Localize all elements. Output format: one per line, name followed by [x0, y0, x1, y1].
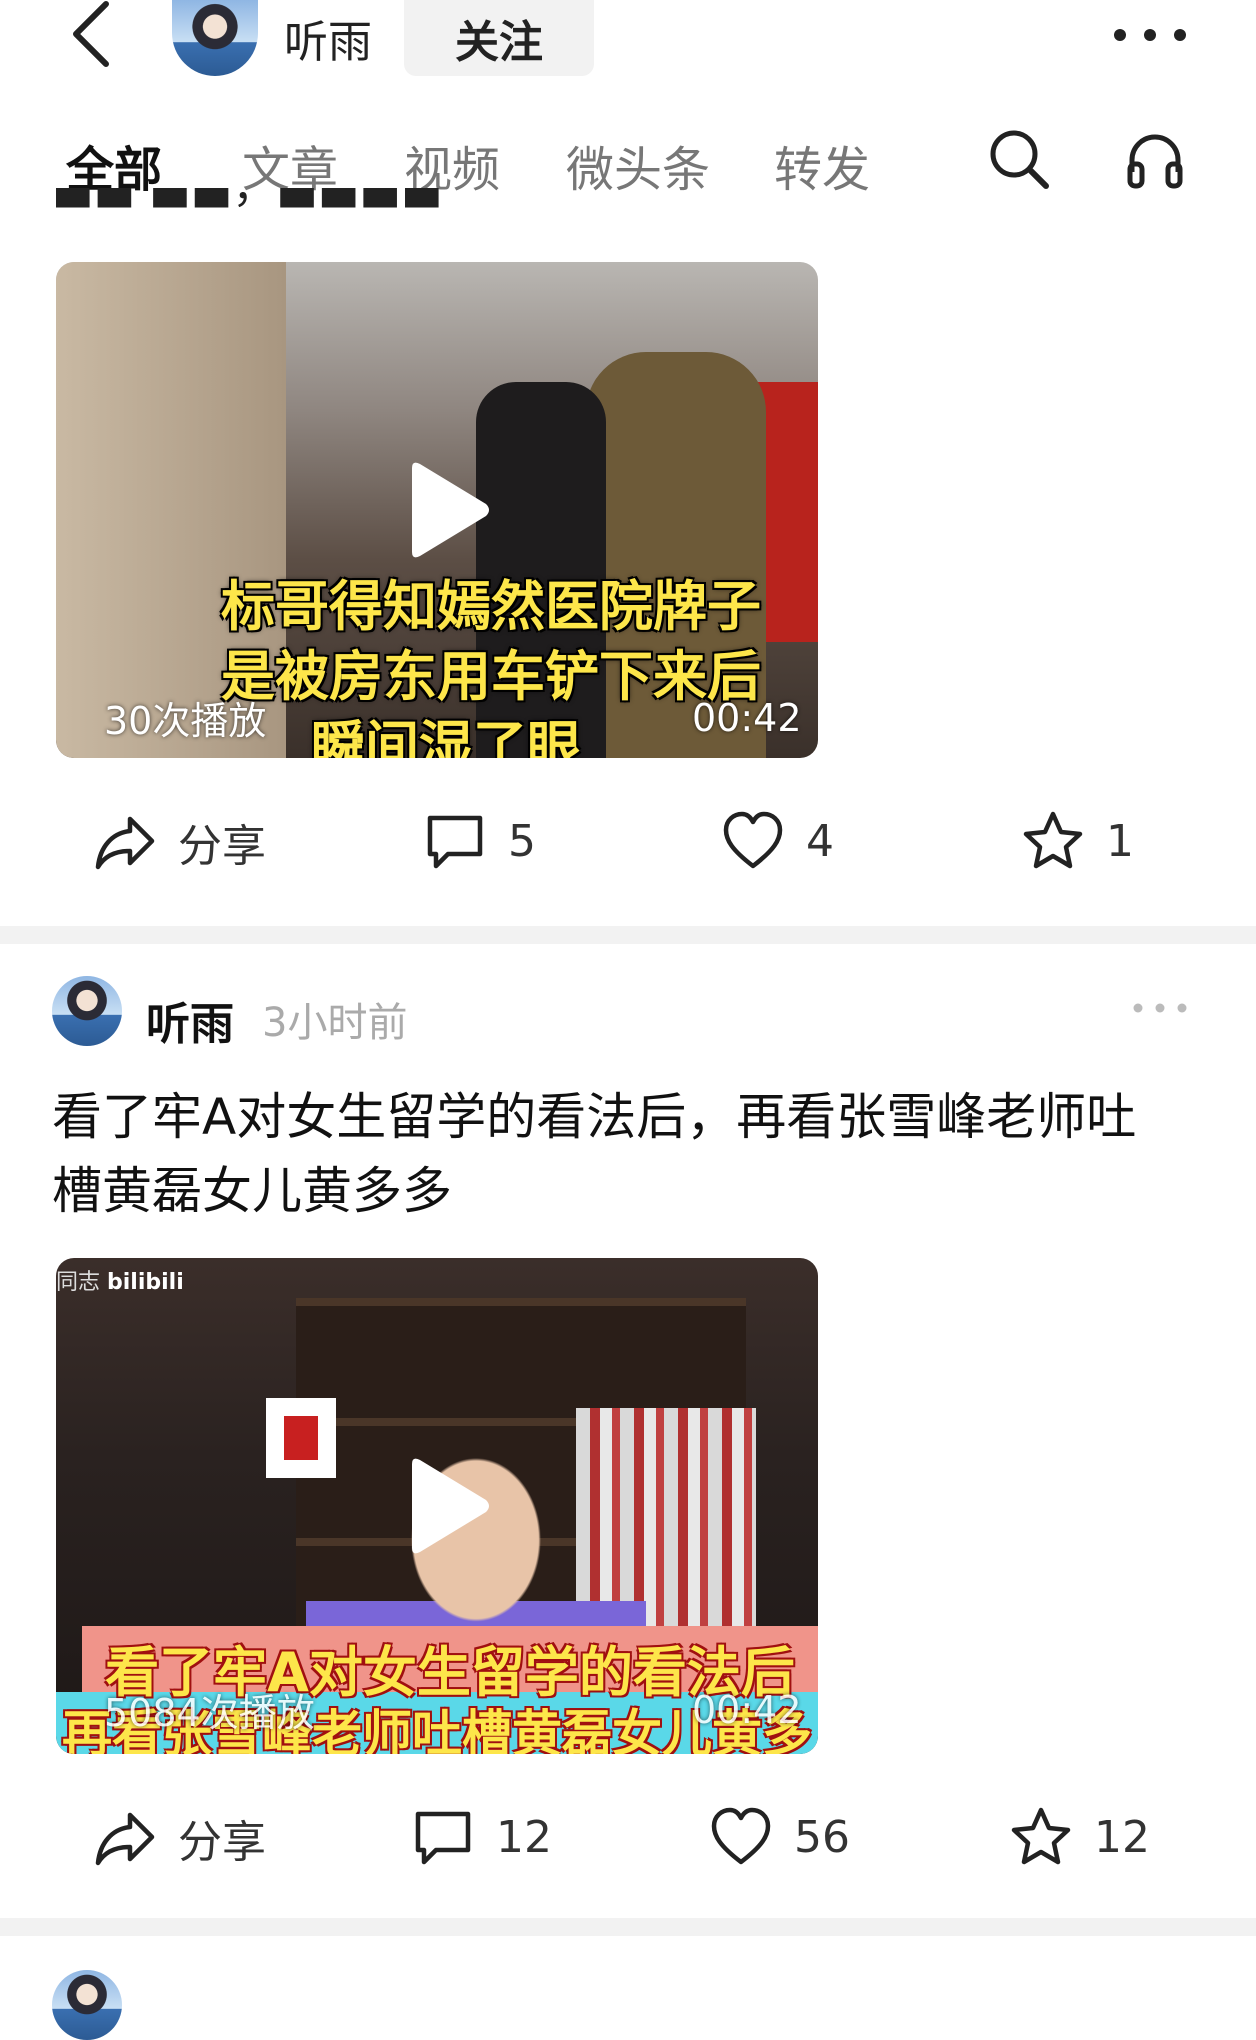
- tab-reposts[interactable]: 转发: [774, 130, 870, 200]
- share-button[interactable]: 分享: [94, 1806, 266, 1870]
- heart-icon: [723, 811, 783, 869]
- comment-count: 12: [496, 1811, 552, 1863]
- comment-icon: [415, 1811, 471, 1865]
- comment-count: 5: [508, 815, 536, 867]
- share-label: 分享: [178, 1817, 266, 1868]
- like-button[interactable]: 56: [710, 1806, 850, 1868]
- follow-button[interactable]: 关注: [404, 0, 594, 76]
- share-icon: [95, 816, 155, 870]
- favorite-button[interactable]: 1: [1022, 810, 1134, 872]
- more-icon[interactable]: [1110, 20, 1190, 50]
- favorite-button[interactable]: 12: [1010, 1806, 1150, 1868]
- star-icon: [1023, 811, 1083, 869]
- source-logo: 同志 bilibili: [56, 1270, 184, 1295]
- video-caption: 标哥得知嫣然医院牌子: [221, 575, 761, 638]
- play-icon[interactable]: [402, 460, 492, 560]
- like-count: 4: [806, 815, 834, 867]
- video-duration: 00:42: [692, 696, 802, 740]
- post-title[interactable]: 看了牢A对女生留学的看法后，再看张雪峰老师吐槽黄磊女儿黄多多: [52, 1080, 1182, 1228]
- play-count: 30次播放: [104, 699, 267, 743]
- back-icon[interactable]: [62, 0, 122, 70]
- like-count: 56: [794, 1811, 850, 1863]
- favorite-count: 12: [1094, 1811, 1150, 1863]
- share-icon: [95, 1812, 155, 1866]
- cut-off-post-text: ■■ ■■，■■■■: [52, 188, 552, 218]
- profile-username[interactable]: 听雨: [284, 6, 372, 70]
- more-icon[interactable]: [1130, 1000, 1190, 1016]
- star-icon: [1011, 1807, 1071, 1865]
- video-caption: 瞬间湿了眼眶: [311, 715, 581, 758]
- video-thumbnail[interactable]: 同志 bilibili 看了牢A对女生留学的看法后 再看张雪峰老师吐槽黄磊女儿黄…: [56, 1258, 818, 1754]
- avatar[interactable]: [52, 1970, 122, 2040]
- post-author[interactable]: 听雨: [146, 988, 234, 1052]
- play-icon[interactable]: [402, 1456, 492, 1556]
- comment-button[interactable]: 5: [424, 810, 536, 872]
- heart-icon: [711, 1807, 771, 1865]
- post-divider: [0, 926, 1256, 944]
- like-button[interactable]: 4: [722, 810, 834, 872]
- video-duration: 00:42: [692, 1688, 802, 1732]
- tab-micro-posts[interactable]: 微头条: [566, 130, 710, 200]
- avatar[interactable]: [52, 976, 122, 1046]
- share-label: 分享: [178, 821, 266, 872]
- comment-icon: [427, 815, 483, 869]
- video-thumbnail[interactable]: 标哥得知嫣然医院牌子 是被房东用车铲下来后 瞬间湿了眼眶 30次播放 00:42: [56, 262, 818, 758]
- favorite-count: 1: [1106, 815, 1134, 867]
- post-time: 3小时前: [262, 1000, 408, 1046]
- share-button[interactable]: 分享: [94, 810, 266, 874]
- headphones-icon[interactable]: [1124, 128, 1186, 190]
- search-icon[interactable]: [988, 128, 1050, 190]
- comment-button[interactable]: 12: [412, 1806, 552, 1868]
- play-count: 5084次播放: [104, 1691, 315, 1735]
- post-divider: [0, 1918, 1256, 1936]
